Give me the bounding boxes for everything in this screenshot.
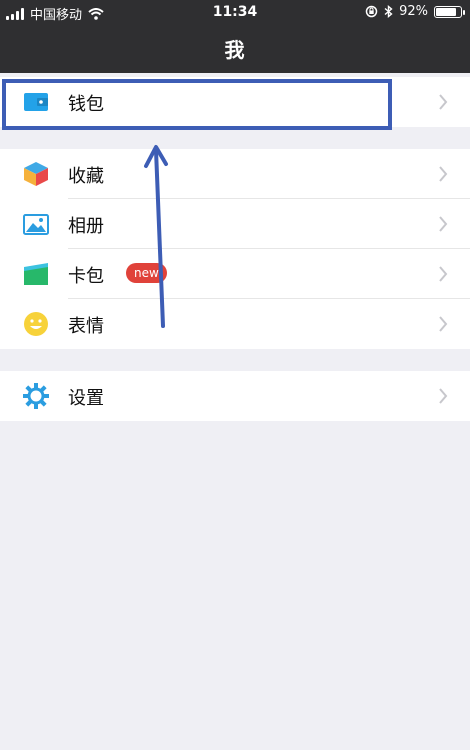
settings-group: 设置: [0, 371, 470, 421]
chevron-right-icon: [439, 266, 448, 282]
album-image-icon: [23, 214, 49, 235]
bluetooth-icon: [384, 5, 393, 18]
menu-item-card-package[interactable]: 卡包 new: [0, 249, 470, 299]
menu-item-favorites[interactable]: 收藏: [0, 149, 470, 199]
menu-item-wallet[interactable]: 钱包: [0, 77, 470, 127]
menu-item-album[interactable]: 相册: [0, 199, 470, 249]
wallet-icon: [24, 93, 48, 111]
chevron-right-icon: [439, 216, 448, 232]
emoji-smile-icon: [24, 312, 48, 336]
menu-item-label: 收藏: [68, 166, 104, 187]
wallet-group: 钱包: [0, 77, 470, 127]
menu-item-settings[interactable]: 设置: [0, 371, 470, 421]
menu-item-label: 卡包: [68, 266, 104, 287]
settings-gear-icon: [23, 383, 49, 409]
chevron-right-icon: [439, 316, 448, 332]
status-right: 92%: [365, 4, 465, 19]
menu-item-label: 表情: [68, 316, 104, 337]
status-bar: 中国移动 11:34 92%: [0, 0, 470, 24]
battery-level: [436, 7, 456, 16]
new-badge: new: [126, 263, 167, 283]
battery-percent: 92%: [399, 4, 428, 19]
chevron-right-icon: [439, 166, 448, 182]
chevron-right-icon: [439, 94, 448, 110]
main-menu-group: 收藏 相册 卡包 new 表情: [0, 149, 470, 349]
menu-item-label: 设置: [68, 388, 104, 409]
chevron-right-icon: [439, 388, 448, 404]
rotation-lock-icon: [365, 5, 378, 18]
card-package-icon: [24, 263, 48, 285]
page-title: 我: [224, 38, 246, 62]
favorites-cube-icon: [24, 162, 48, 186]
app-header: 中国移动 11:34 92% 我: [0, 0, 470, 73]
menu-item-emoji[interactable]: 表情: [0, 299, 470, 349]
menu-item-label: 相册: [68, 216, 104, 237]
battery-icon: [434, 5, 465, 18]
menu-item-label: 钱包: [68, 94, 104, 115]
